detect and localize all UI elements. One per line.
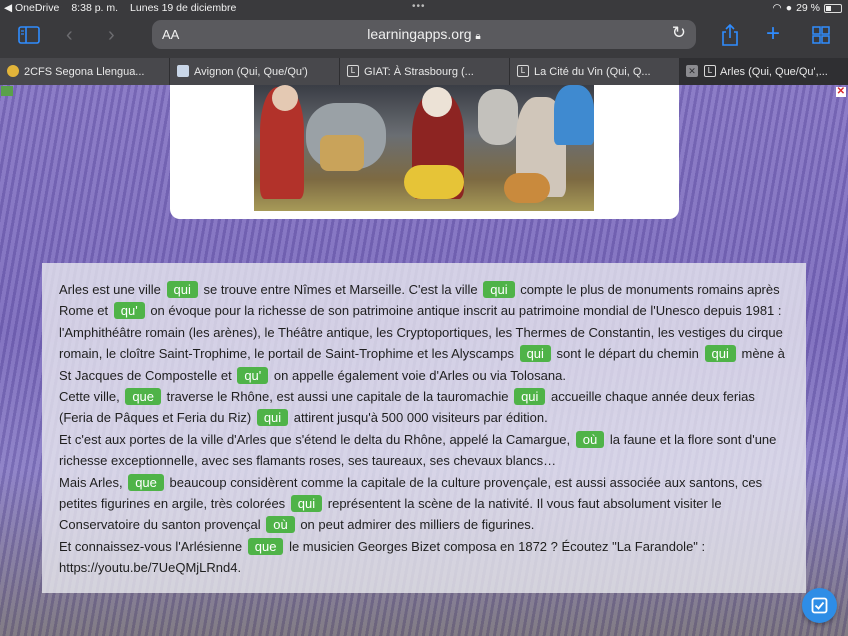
status-date: Lunes 19 de diciembre — [130, 2, 237, 14]
status-time: 8:38 p. m. — [71, 2, 119, 14]
tab-2cfs[interactable]: 2CFS Segona Llengua... — [0, 58, 170, 85]
answer-chip[interactable]: que — [128, 473, 164, 491]
battery-icon — [824, 3, 842, 13]
paragraph-santons: Mais Arles, que beaucoup considèrent com… — [59, 473, 763, 534]
answer-chip[interactable]: qui — [256, 409, 289, 427]
tab-cite-du-vin[interactable]: L La Cité du Vin (Qui, Q... — [510, 58, 680, 85]
back-to-app-link[interactable]: ◀ OneDrive — [4, 2, 59, 14]
answer-chip[interactable]: qui — [704, 345, 736, 363]
share-icon[interactable] — [721, 23, 739, 47]
answer-chip[interactable]: qui — [519, 345, 551, 363]
reload-icon[interactable]: ↻ — [672, 23, 686, 43]
image-favicon-icon — [177, 65, 189, 77]
cloze-text-panel: Arles est une ville qui se trouve entre … — [42, 263, 806, 593]
paragraph-arles: Arles est une ville qui se trouve entre … — [59, 281, 785, 384]
tab-overview-icon[interactable] — [812, 26, 830, 44]
lock-icon: 🔒︎ — [475, 31, 481, 42]
answer-chip[interactable]: qu' — [237, 366, 269, 384]
tab-bar: 2CFS Segona Llengua... Avignon (Qui, Que… — [0, 58, 848, 85]
address-bar[interactable]: AA learningapps.org 🔒︎ ↻ — [152, 20, 696, 49]
tab-arles[interactable]: ✕ L Arles (Qui, Que/Qu',... — [680, 58, 848, 85]
paragraph-camargue: Et c'est aux portes de la ville d'Arles … — [59, 430, 777, 469]
learningapps-favicon-icon: L — [517, 65, 529, 77]
check-answers-button[interactable] — [802, 588, 837, 623]
fullscreen-toggle-icon[interactable]: ✕ — [835, 87, 846, 97]
sidebar-icon[interactable] — [18, 26, 40, 44]
multitasking-dots-icon[interactable]: ••• — [412, 1, 426, 12]
forward-chevron-icon[interactable]: › — [108, 25, 115, 45]
answer-chip[interactable]: que — [125, 388, 162, 406]
new-tab-plus-icon[interactable]: + — [766, 22, 780, 46]
tab-giat-strasbourg[interactable]: L GIAT: À Strasbourg (... — [340, 58, 510, 85]
answer-chip[interactable]: où — [266, 516, 295, 534]
learningapps-favicon-icon: L — [704, 65, 716, 77]
answer-chip[interactable]: qui — [514, 388, 546, 406]
answer-chip[interactable]: qui — [290, 495, 323, 513]
page-content: ✕ Arles est une ville qui se trouve entr… — [0, 85, 848, 636]
app-corner-icon[interactable] — [1, 86, 13, 96]
answer-chip[interactable]: que — [247, 537, 284, 555]
answer-chip[interactable]: où — [575, 430, 605, 448]
answer-chip[interactable]: qu' — [113, 302, 145, 320]
nativity-santons-image — [254, 85, 594, 211]
browser-toolbar: ‹ › AA learningapps.org 🔒︎ ↻ + — [0, 16, 848, 58]
check-square-icon — [811, 597, 828, 614]
battery-percent: 29 % — [796, 2, 820, 14]
url-text: learningapps.org 🔒︎ — [367, 26, 481, 42]
answer-chip[interactable]: qui — [483, 281, 515, 298]
orientation-lock-icon: ● — [785, 2, 793, 14]
site-favicon-icon — [7, 65, 19, 77]
wifi-icon: ◠ — [772, 2, 782, 14]
tab-avignon[interactable]: Avignon (Qui, Que/Qu') — [170, 58, 340, 85]
answer-chip[interactable]: qui — [166, 281, 198, 298]
paragraph-arlesienne: Et connaissez-vous l'Arlésienne que le m… — [59, 537, 706, 576]
status-bar: ◀ OneDrive 8:38 p. m. Lunes 19 de diciem… — [0, 0, 848, 16]
close-tab-icon[interactable]: ✕ — [686, 65, 698, 77]
paragraph-tauromachie: Cette ville, que traverse le Rhône, est … — [59, 388, 755, 427]
image-card — [170, 85, 679, 219]
learningapps-favicon-icon: L — [347, 65, 359, 77]
back-chevron-icon[interactable]: ‹ — [66, 25, 73, 45]
